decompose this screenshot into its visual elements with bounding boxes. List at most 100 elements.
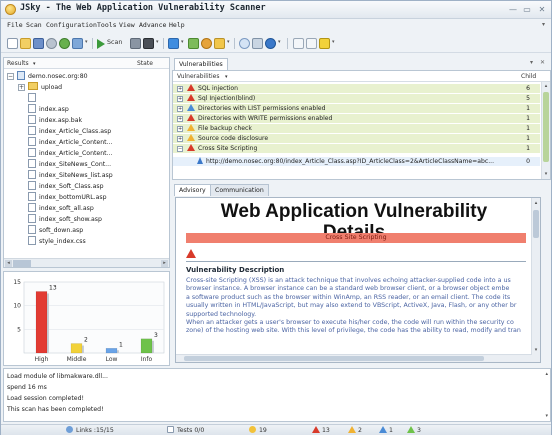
- window-icon[interactable]: [306, 38, 317, 49]
- close-button[interactable]: ✕: [536, 4, 548, 15]
- fuzzer-icon[interactable]: [188, 38, 199, 49]
- advisory-vertical-scrollbar[interactable]: ▴ ▾: [531, 198, 540, 362]
- minimize-button[interactable]: —: [507, 4, 519, 15]
- state-column-header[interactable]: State: [137, 60, 153, 67]
- camera-icon[interactable]: [319, 38, 330, 49]
- tree-file-item[interactable]: index_Article_Class.asp: [28, 126, 111, 136]
- scroll-down-icon[interactable]: ▾: [533, 347, 539, 354]
- scan-button-label[interactable]: Scan: [107, 39, 122, 46]
- save-icon[interactable]: [33, 38, 44, 49]
- expand-icon[interactable]: +: [177, 136, 183, 142]
- stop-icon[interactable]: [143, 38, 154, 49]
- results-column-header[interactable]: Results: [7, 60, 29, 67]
- tab-communication[interactable]: Communication: [210, 184, 269, 196]
- vulnerability-row[interactable]: + SQL injection 6: [173, 84, 540, 93]
- pause-icon[interactable]: [130, 38, 141, 49]
- tab-close-icon[interactable]: ✕: [540, 59, 545, 66]
- scroll-down-icon[interactable]: ▾: [543, 171, 549, 178]
- menu-overflow-icon[interactable]: ▾: [542, 21, 545, 28]
- vulnerabilities-column-header[interactable]: Vulnerabilities: [177, 73, 219, 80]
- menu-help[interactable]: Help: [169, 21, 185, 29]
- collapse-icon[interactable]: −: [7, 73, 14, 80]
- tree-file-item[interactable]: [28, 93, 39, 103]
- help-icon[interactable]: [265, 38, 276, 49]
- vulnerability-row[interactable]: + Sql Injection(blind) 5: [173, 94, 540, 103]
- layout-icon[interactable]: [293, 38, 304, 49]
- scroll-right-icon[interactable]: ▸: [161, 260, 168, 267]
- advisory-horizontal-scrollbar[interactable]: [176, 354, 532, 362]
- tree-file-item[interactable]: index.asp: [28, 104, 69, 114]
- menu-view[interactable]: View: [119, 21, 135, 29]
- menu-configuration[interactable]: Configuration: [46, 21, 97, 29]
- back-icon[interactable]: [72, 38, 83, 49]
- vulnerability-instance-count: 0: [526, 158, 530, 165]
- tree-file-item[interactable]: index_Soft_Class.asp: [28, 181, 104, 191]
- back-dropdown-icon[interactable]: ▾: [85, 39, 88, 45]
- scroll-down-icon[interactable]: ▾: [545, 413, 548, 419]
- child-column-header[interactable]: Child: [521, 73, 536, 80]
- scroll-up-icon[interactable]: ▴: [545, 371, 548, 377]
- menu-scan[interactable]: Scan: [26, 21, 42, 29]
- crawler-icon[interactable]: [168, 38, 179, 49]
- settings-icon[interactable]: [46, 38, 57, 49]
- new-icon[interactable]: [7, 38, 18, 49]
- expand-icon[interactable]: +: [177, 126, 183, 132]
- crawler-dropdown-icon[interactable]: ▾: [181, 39, 184, 45]
- file-icon: [28, 115, 36, 124]
- refresh-icon[interactable]: [59, 38, 70, 49]
- scroll-up-icon[interactable]: ▴: [533, 200, 539, 207]
- tree-file-item[interactable]: index_SiteNews_list.asp: [28, 170, 113, 180]
- tree-root[interactable]: − demo.nosec.org:80: [7, 71, 88, 81]
- vertical-scrollbar[interactable]: ▴ ▾: [541, 82, 550, 179]
- log-line: Load session completed!: [7, 395, 84, 402]
- tree-file-item[interactable]: index_soft_show.asp: [28, 214, 102, 224]
- scan-icon[interactable]: [97, 39, 105, 49]
- vulnerability-row[interactable]: + File backup check 1: [173, 124, 540, 133]
- vulnerability-row[interactable]: + Source code disclosure 1: [173, 134, 540, 143]
- tab-advisory[interactable]: Advisory: [174, 184, 211, 196]
- tree-folder[interactable]: + upload: [18, 82, 62, 92]
- scrollbar-thumb[interactable]: [543, 92, 549, 162]
- vulnerability-row[interactable]: + Directories with WRITE permissions enab…: [173, 114, 540, 123]
- tree-file-item[interactable]: soft_down.asp: [28, 225, 83, 235]
- scrollbar-thumb[interactable]: [184, 356, 484, 361]
- tree-file-item[interactable]: index_soft_all.asp: [28, 203, 94, 213]
- expand-icon[interactable]: +: [177, 86, 183, 92]
- expand-icon[interactable]: +: [177, 106, 183, 112]
- scroll-left-icon[interactable]: ◂: [5, 260, 12, 267]
- camera-dropdown-icon[interactable]: ▾: [332, 39, 335, 45]
- stop-dropdown-icon[interactable]: ▾: [156, 39, 159, 45]
- horizontal-scrollbar[interactable]: ◂ ▸: [4, 258, 169, 267]
- open-icon[interactable]: [20, 38, 31, 49]
- expand-icon[interactable]: +: [18, 84, 25, 91]
- vulnerability-instance-row[interactable]: http://demo.nosec.org:80/index_Article_C…: [173, 157, 540, 166]
- tree-file-item[interactable]: index_SiteNews_Cont...: [28, 159, 111, 169]
- tree-file-item[interactable]: style_index.css: [28, 236, 86, 246]
- globe-icon[interactable]: [239, 38, 250, 49]
- tool-dropdown-icon[interactable]: ▾: [227, 39, 230, 45]
- scrollbar-thumb[interactable]: [13, 260, 31, 267]
- tree-file-item[interactable]: index_Article_Content...: [28, 148, 112, 158]
- tree-file-item[interactable]: index.asp.bak: [28, 115, 82, 125]
- menu-file[interactable]: File: [7, 21, 23, 29]
- vulnerability-row[interactable]: + Directories with LIST permissions enabl…: [173, 104, 540, 113]
- tab-vulnerabilities[interactable]: Vulnerabilities: [174, 58, 228, 70]
- menu-advance[interactable]: Advance: [139, 21, 166, 29]
- target-icon[interactable]: [252, 38, 263, 49]
- tab-dropdown-icon[interactable]: ▾: [530, 59, 533, 66]
- tree-file-item[interactable]: index_bottomURL.asp: [28, 192, 107, 202]
- vulnerability-name: SQL injection: [198, 85, 239, 92]
- help-dropdown-icon[interactable]: ▾: [278, 39, 281, 45]
- tool-icon[interactable]: [214, 38, 225, 49]
- menu-tools[interactable]: Tools: [97, 21, 117, 29]
- scrollbar-thumb[interactable]: [533, 210, 539, 238]
- expand-icon[interactable]: +: [177, 96, 183, 102]
- expand-icon[interactable]: +: [177, 116, 183, 122]
- tree-folder-label: upload: [41, 84, 63, 91]
- plugin-icon[interactable]: [201, 38, 212, 49]
- scroll-up-icon[interactable]: ▴: [543, 83, 549, 90]
- collapse-icon[interactable]: −: [177, 146, 183, 152]
- vulnerability-row[interactable]: − Cross Site Scripting 1: [173, 144, 540, 153]
- maximize-button[interactable]: ▭: [521, 4, 533, 15]
- tree-file-item[interactable]: index_Article_Content...: [28, 137, 112, 147]
